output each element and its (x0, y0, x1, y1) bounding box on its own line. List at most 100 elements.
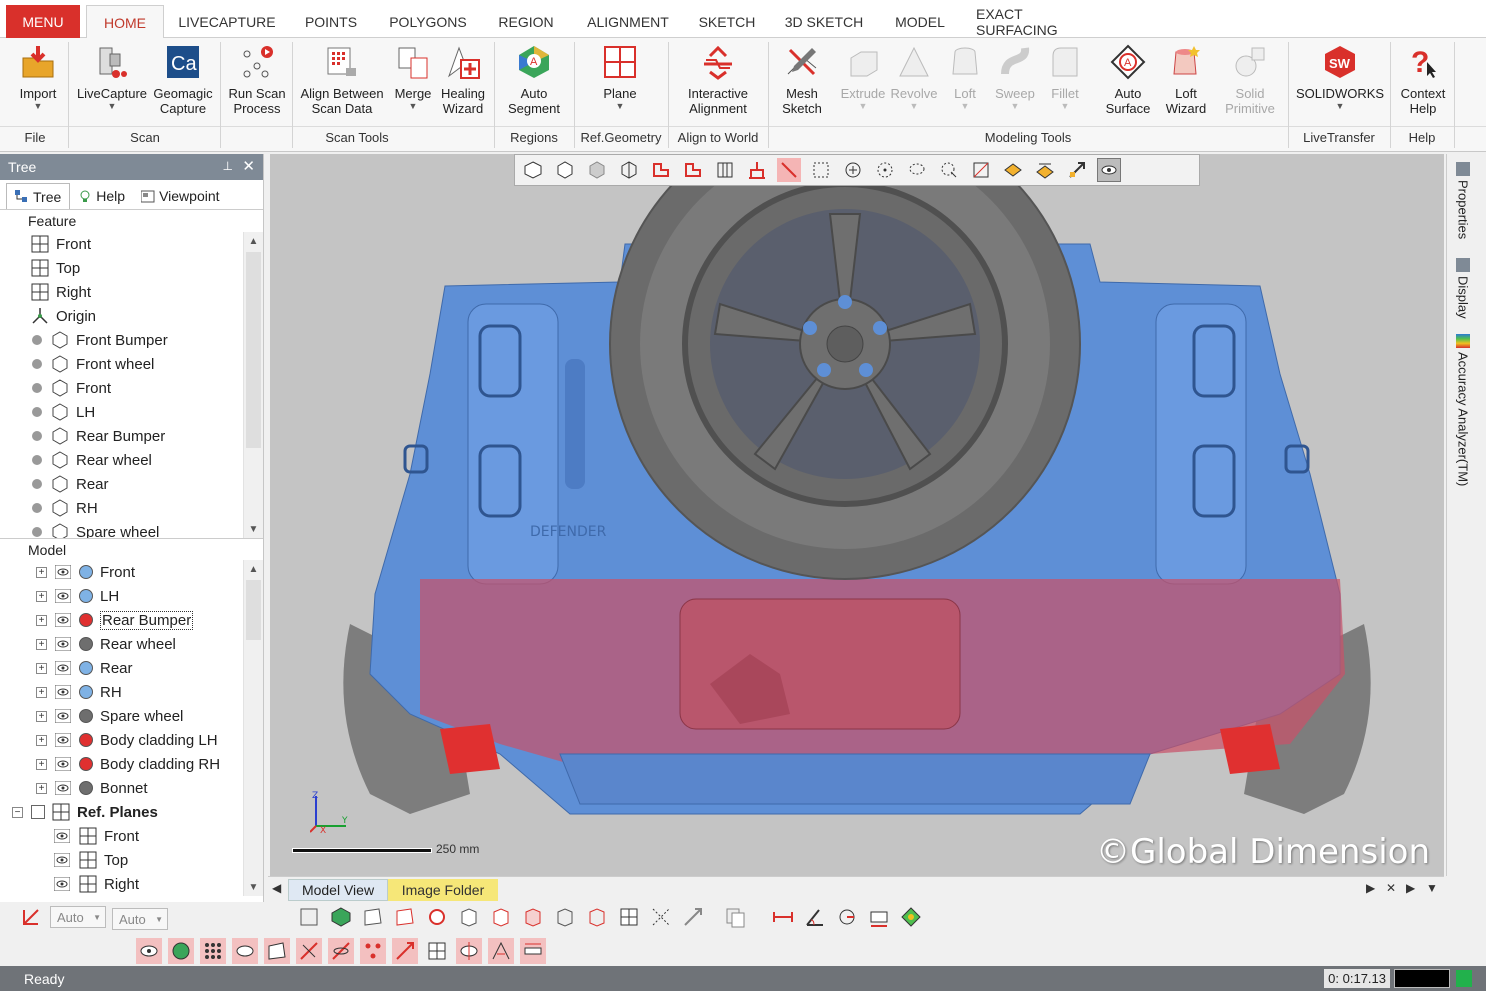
extend-select-icon[interactable] (969, 158, 993, 182)
show-points-icon[interactable] (200, 938, 226, 964)
eye-icon[interactable] (55, 637, 71, 651)
model-item[interactable]: + Rear wheel (0, 632, 263, 656)
eye-icon[interactable] (55, 733, 71, 747)
import-button[interactable]: Import ▼ (10, 42, 66, 126)
unit-mode-select[interactable]: Auto ▼ (112, 908, 168, 930)
scroll-down-icon[interactable]: ▼ (244, 878, 263, 896)
expand-icon[interactable]: + (36, 590, 47, 602)
show-coord-icon[interactable] (456, 938, 482, 964)
tab-help[interactable]: Help (70, 183, 133, 209)
tab-tree[interactable]: Tree (6, 183, 71, 209)
eye-icon[interactable] (55, 709, 71, 723)
tab-model-view[interactable]: Model View (288, 879, 388, 901)
model-item[interactable]: + Rear (0, 656, 263, 680)
tab-sketch[interactable]: SKETCH (696, 5, 758, 38)
feature-item[interactable]: Rear Bumper (0, 424, 263, 448)
show-surface-icon[interactable] (264, 938, 290, 964)
visibility-dot[interactable] (32, 335, 42, 345)
model-scrollbar[interactable]: ▲ ▼ (243, 560, 263, 896)
revolve-button[interactable]: Revolve ▼ (888, 42, 940, 126)
tab-alignment[interactable]: ALIGNMENT (582, 5, 674, 38)
visibility-dot[interactable] (32, 479, 42, 489)
expand-icon[interactable]: + (36, 686, 47, 698)
align-between-scan-data-button[interactable]: Align Between Scan Data (296, 42, 388, 126)
visibility-dot[interactable] (32, 527, 42, 537)
tab-points[interactable]: POINTS (298, 5, 364, 38)
eye-icon[interactable] (55, 661, 71, 675)
eye-icon[interactable] (55, 565, 71, 579)
next-icon[interactable]: ▶ (1406, 881, 1415, 895)
dropdown-icon[interactable]: ▼ (1426, 881, 1438, 895)
feature-item[interactable]: Spare wheel (0, 520, 263, 538)
deviation-icon[interactable] (898, 904, 924, 930)
scroll-up-icon[interactable]: ▲ (244, 232, 263, 250)
auto-surface-button[interactable]: A Auto Surface (1098, 42, 1158, 126)
select-all-icon[interactable] (296, 904, 322, 930)
split-view-icon[interactable] (713, 158, 737, 182)
checkbox[interactable] (31, 805, 45, 819)
scroll-thumb[interactable] (246, 252, 261, 448)
feature-item[interactable]: Front Bumper (0, 328, 263, 352)
visibility-dot[interactable] (32, 383, 42, 393)
eye-icon[interactable] (54, 829, 70, 843)
accuracy-analyzer-tab[interactable]: Accuracy Analyzer(TM) (1451, 334, 1475, 486)
select-curve-icon[interactable] (584, 904, 610, 930)
snap-icon[interactable] (20, 906, 42, 928)
tab-polygons[interactable]: POLYGONS (386, 5, 470, 38)
model-item[interactable]: + RH (0, 680, 263, 704)
properties-tab[interactable]: Properties (1451, 162, 1475, 239)
expand-icon[interactable]: + (36, 710, 47, 722)
model-item[interactable]: + Body cladding LH (0, 728, 263, 752)
tab-3d-sketch[interactable]: 3D SKETCH (782, 5, 866, 38)
visibility-dot[interactable] (32, 431, 42, 441)
pin-icon[interactable]: ⊥ (223, 159, 233, 173)
run-scan-process-button[interactable]: Run Scan Process (224, 42, 290, 126)
select-face-icon[interactable] (360, 904, 386, 930)
auto-segment-button[interactable]: A Auto Segment (498, 42, 570, 126)
section-view-2-icon[interactable] (681, 158, 705, 182)
feature-item[interactable]: Rear wheel (0, 448, 263, 472)
fillet-button[interactable]: Fillet ▼ (1040, 42, 1090, 126)
mesh-sketch-button[interactable]: Mesh Sketch (774, 42, 830, 126)
model-item-selected[interactable]: + Rear Bumper (0, 608, 263, 632)
visibility-dot[interactable] (32, 503, 42, 513)
solid-primitive-button[interactable]: Solid Primitive (1216, 42, 1284, 126)
lasso-select-icon[interactable] (905, 158, 929, 182)
select-body-icon[interactable] (456, 904, 482, 930)
expand-icon[interactable]: + (36, 734, 47, 746)
expand-icon[interactable]: + (36, 566, 47, 578)
tab-viewpoint[interactable]: Viewpoint (133, 183, 227, 209)
show-ref-planes-icon[interactable] (424, 938, 450, 964)
vehicle-scan-model[interactable]: DEFENDER (270, 154, 1444, 876)
feature-item[interactable]: Front (0, 376, 263, 400)
measure-area-icon[interactable] (866, 904, 892, 930)
select-mode-icon[interactable] (1065, 158, 1089, 182)
copy-icon[interactable] (722, 904, 748, 930)
collapse-icon[interactable]: − (12, 806, 23, 818)
view-cube-icon[interactable] (553, 158, 577, 182)
show-mesh-icon[interactable] (136, 938, 162, 964)
model-item[interactable]: + Spare wheel (0, 704, 263, 728)
select-vector-icon[interactable] (680, 904, 706, 930)
eye-icon[interactable] (55, 685, 71, 699)
feature-item[interactable]: Origin (0, 304, 263, 328)
ref-plane-item[interactable]: Top (0, 848, 263, 872)
eye-icon[interactable] (55, 589, 71, 603)
menu-button[interactable]: MENU (6, 5, 80, 38)
measure-radius-icon[interactable] (834, 904, 860, 930)
select-vertex-icon[interactable] (424, 904, 450, 930)
paint-select-icon[interactable] (937, 158, 961, 182)
select-region-icon[interactable] (328, 904, 354, 930)
scroll-left-icon[interactable]: ◀ (272, 881, 281, 895)
healing-wizard-button[interactable]: Healing Wizard (436, 42, 490, 126)
scroll-up-icon[interactable]: ▲ (244, 560, 263, 578)
tab-exact-surfacing[interactable]: EXACT SURFACING (976, 5, 1106, 38)
eye-icon[interactable] (55, 757, 71, 771)
show-region-icon[interactable] (168, 938, 194, 964)
feature-item[interactable]: Top (0, 256, 263, 280)
expand-icon[interactable]: + (36, 638, 47, 650)
model-item[interactable]: + LH (0, 584, 263, 608)
close-icon[interactable]: ✕ (242, 157, 255, 175)
shaded-cube-icon[interactable] (585, 158, 609, 182)
eye-filter-icon[interactable] (1097, 158, 1121, 182)
